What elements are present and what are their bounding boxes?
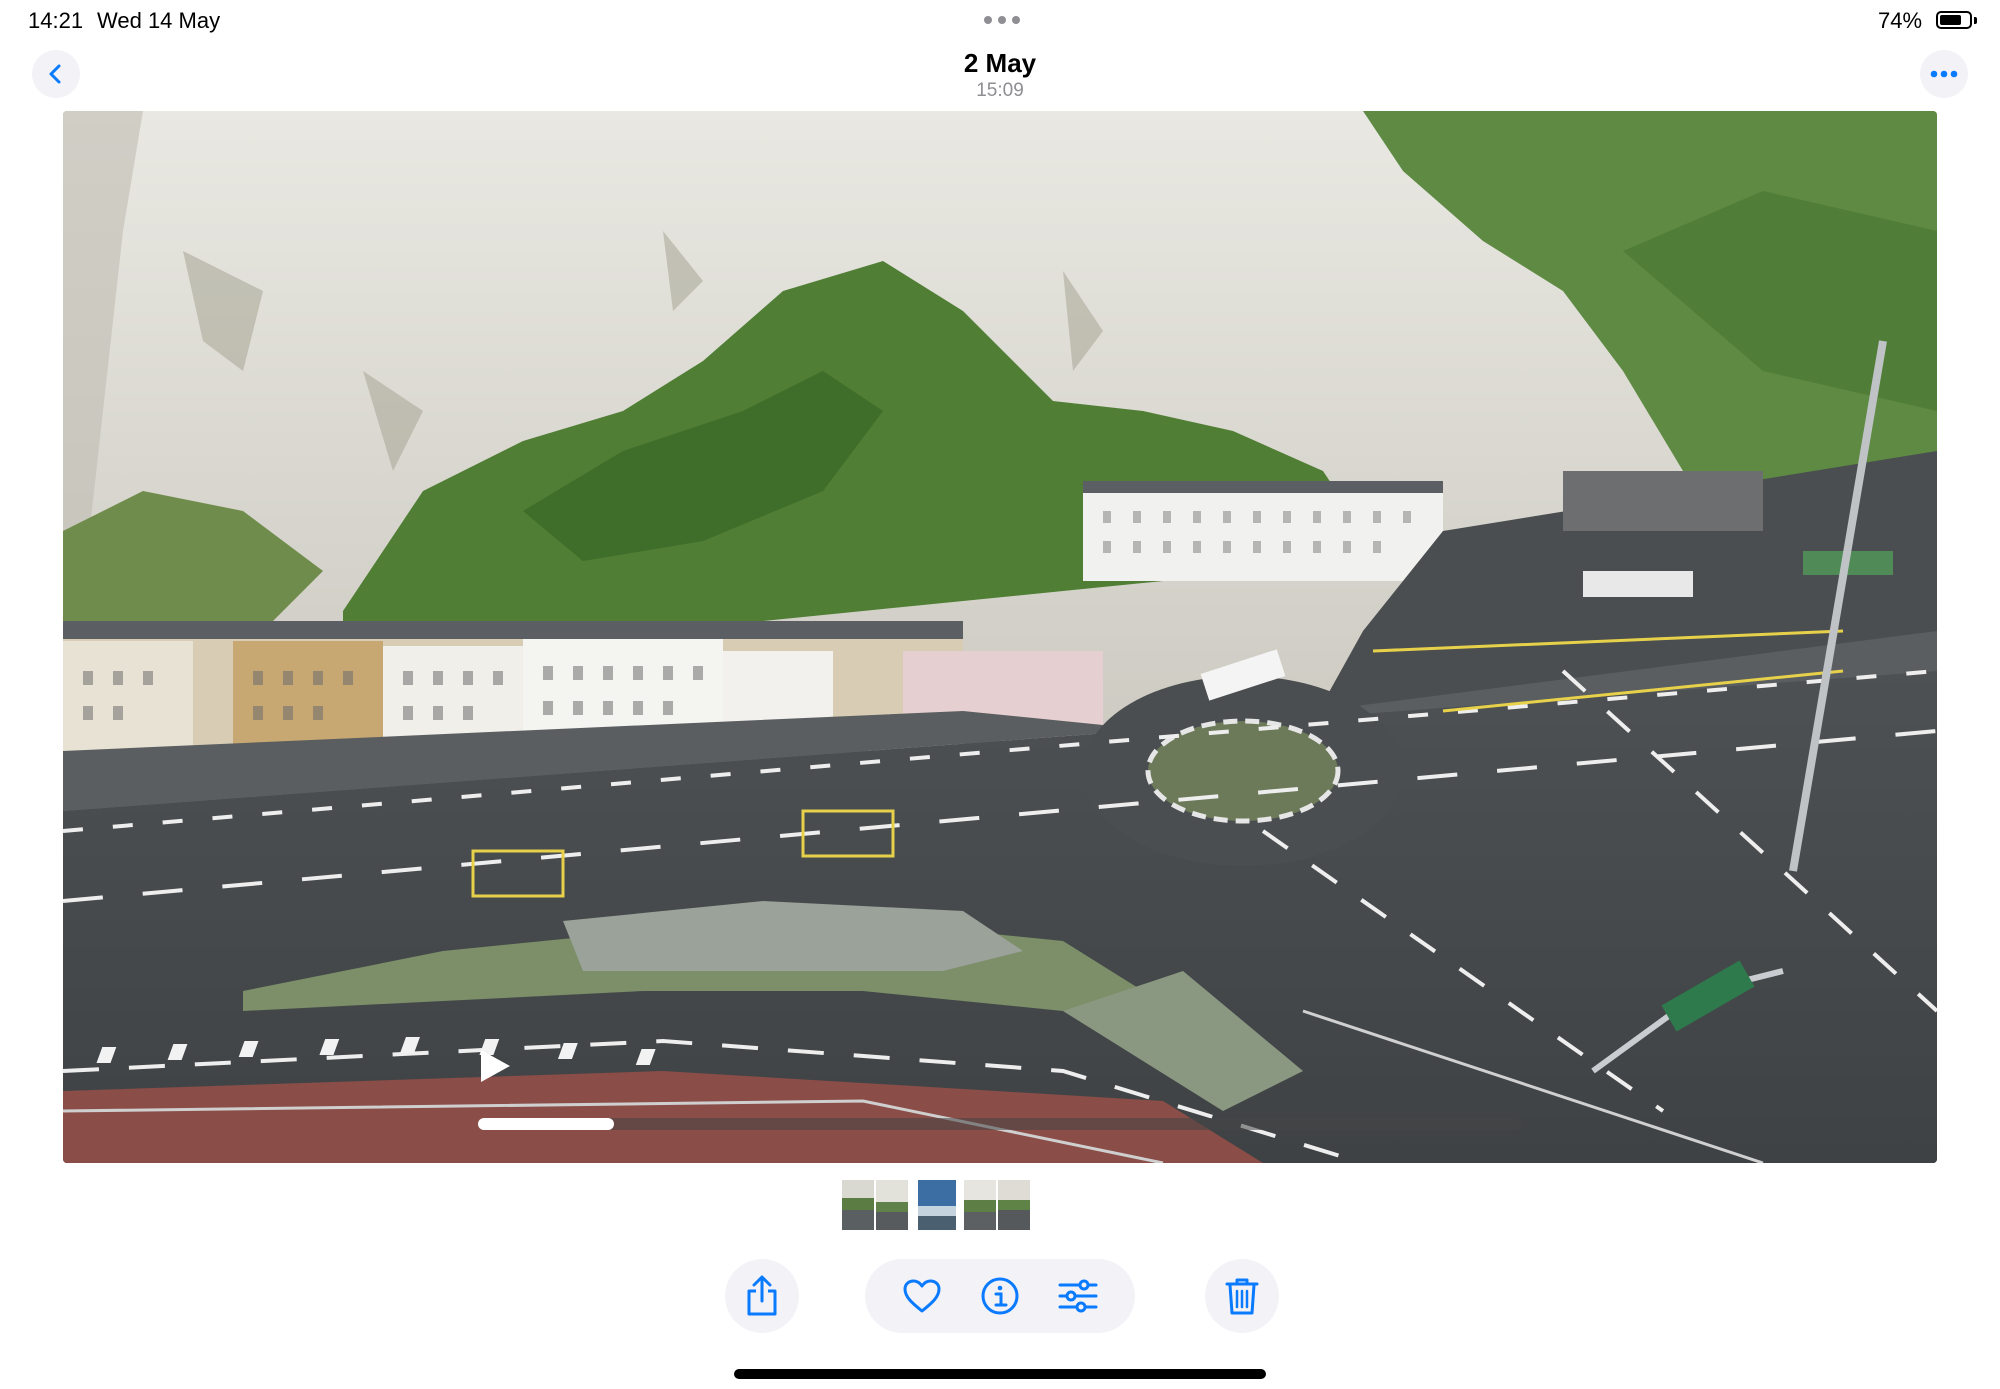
multitasking-dots[interactable] [984,16,1020,24]
battery-fill [1940,15,1961,25]
edit-button[interactable] [1041,1259,1115,1333]
filmstrip-thumbnail[interactable] [998,1180,1030,1230]
home-indicator[interactable] [734,1369,1266,1379]
playback-scrubber[interactable] [478,1118,1522,1130]
status-time: 14:21 [28,8,84,33]
battery-tip [1974,17,1977,24]
delete-button[interactable] [1205,1259,1279,1333]
play-icon[interactable] [478,1048,512,1084]
page-title: 2 May [963,48,1037,78]
ellipsis-icon [1930,70,1958,78]
thumbnail-image [876,1180,908,1230]
thumbnail-image [998,1180,1030,1230]
video-player[interactable] [63,111,1937,1163]
adjust-icon [1058,1279,1098,1313]
thumbnail-image [964,1180,996,1230]
battery-icon [1936,11,1972,29]
share-button[interactable] [725,1259,799,1333]
filmstrip[interactable] [842,1180,1032,1230]
page-subtitle: 15:09 [976,80,1024,101]
trash-icon [1225,1278,1259,1315]
filmstrip-thumbnail[interactable] [842,1180,874,1230]
info-button[interactable] [963,1259,1037,1333]
thumbnail-image [918,1180,956,1230]
favorite-button[interactable] [885,1259,959,1333]
status-date: Wed 14 May [97,8,221,33]
action-pill [865,1259,1135,1333]
info-icon [981,1277,1019,1315]
playback-progress [478,1118,614,1130]
thumbnail-image [842,1180,874,1230]
battery-percent: 74% [1878,8,1923,33]
filmstrip-thumbnail-selected[interactable] [918,1180,956,1230]
filmstrip-thumbnail[interactable] [876,1180,908,1230]
video-frame [63,111,1937,1163]
heart-icon [903,1279,941,1313]
more-button[interactable] [1920,50,1968,98]
filmstrip-thumbnail[interactable] [964,1180,996,1230]
share-icon [747,1275,777,1316]
